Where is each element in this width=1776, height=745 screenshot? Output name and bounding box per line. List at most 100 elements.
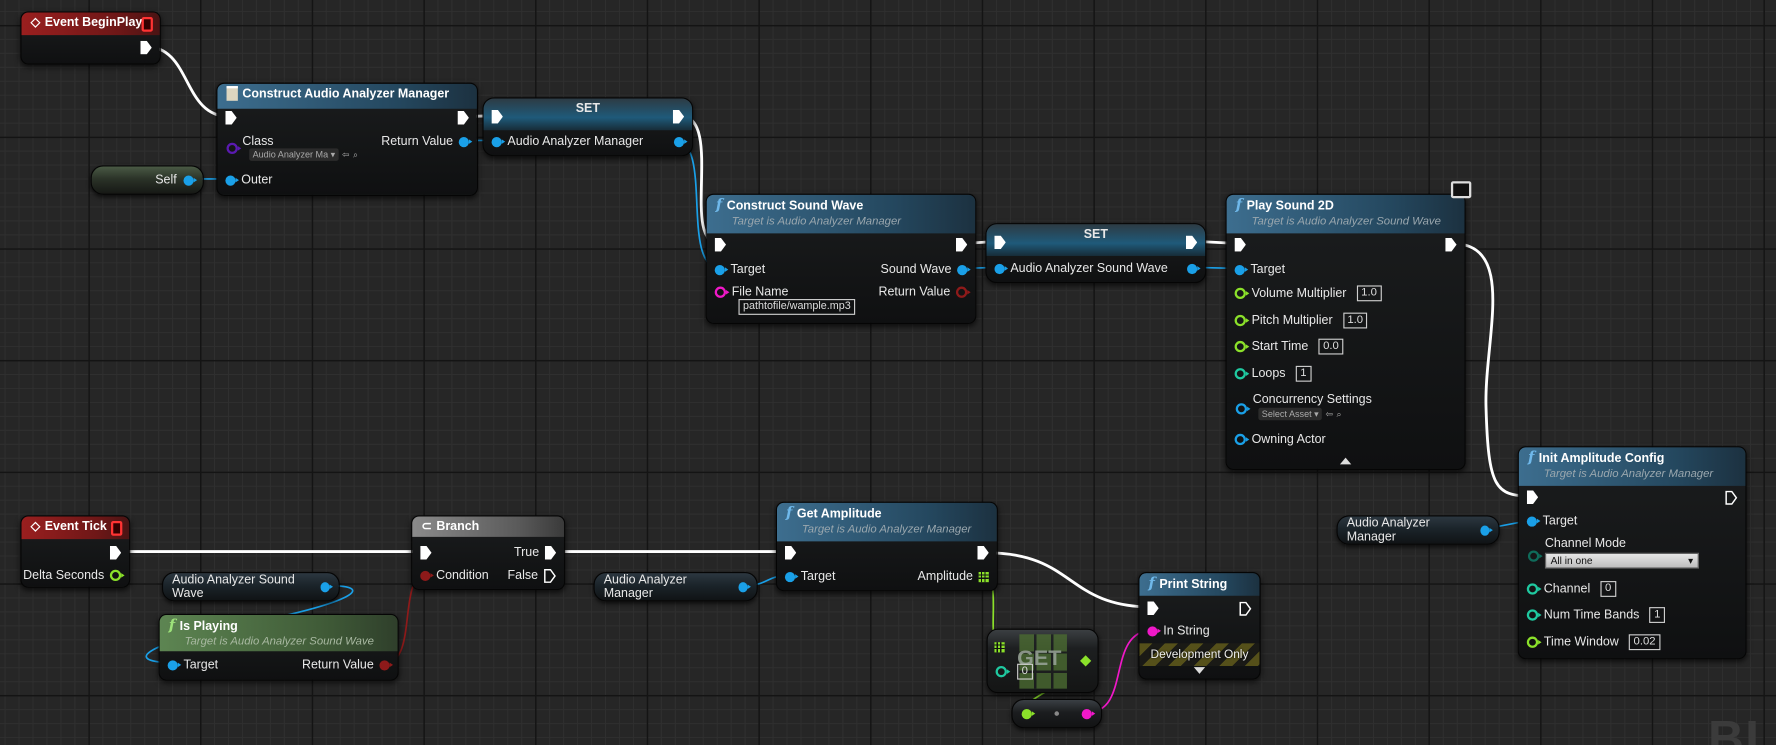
is-playing-node[interactable]: f Is Playing Target is Audio Analyzer Soun… (158, 613, 399, 681)
array-get-node[interactable]: GET 0 (986, 628, 1099, 694)
expand-arrow-icon[interactable] (1193, 667, 1206, 674)
play-sound-2d-node[interactable]: f Play Sound 2D Target is Audio Analyzer S… (1225, 181, 1472, 471)
set-audio-analyzer-sound-wave-node[interactable]: SET Audio Analyzer Sound Wave (985, 223, 1207, 284)
audio-analyzer-manager-getter[interactable]: Audio Analyzer Manager (1336, 515, 1500, 545)
false-exec-pin[interactable] (544, 568, 556, 583)
channel-input[interactable]: 0 (1600, 581, 1616, 597)
delegate-pin-icon[interactable] (110, 521, 123, 536)
exec-out-pin[interactable] (977, 545, 989, 560)
getter-out-pin[interactable] (737, 581, 752, 592)
index-input[interactable]: 0 (1017, 663, 1033, 680)
exec-out-pin[interactable] (1445, 237, 1457, 252)
class-pin[interactable] (226, 142, 242, 155)
num-time-bands-pin[interactable] (1526, 609, 1542, 621)
outer-pin[interactable] (225, 174, 239, 186)
self-out-pin[interactable] (183, 174, 198, 186)
target-pin[interactable] (714, 264, 729, 275)
channel-mode-pin[interactable] (1527, 550, 1543, 562)
exec-in-pin[interactable] (994, 235, 1006, 250)
var-in-pin[interactable] (994, 263, 1009, 274)
delta-seconds-pin[interactable] (109, 569, 125, 582)
loops-pin[interactable] (1234, 368, 1250, 380)
print-string-node[interactable]: f Print String In String Development Only (1138, 571, 1261, 680)
audio-analyzer-manager-getter[interactable]: Audio Analyzer Manager (593, 571, 758, 602)
var-out-pin[interactable] (673, 136, 688, 147)
var-in-pin[interactable] (491, 136, 506, 147)
branch-node[interactable]: ⊂ Branch True Condition False (411, 515, 566, 591)
event-begin-play-node[interactable]: ◇ Event BeginPlay (20, 11, 161, 65)
exec-in-pin[interactable] (225, 110, 237, 125)
exec-in-pin[interactable] (1234, 237, 1246, 252)
float-to-string-conversion-node[interactable] (1011, 698, 1103, 729)
exec-in-pin[interactable] (784, 545, 797, 560)
true-exec-pin[interactable] (544, 545, 557, 560)
num-time-bands-input[interactable]: 1 (1649, 607, 1665, 623)
target-pin[interactable] (1234, 264, 1249, 275)
loops-input[interactable]: 1 (1295, 365, 1312, 382)
exec-out-pin[interactable] (140, 40, 152, 55)
pitch-input[interactable]: 1.0 (1342, 312, 1368, 329)
channel-mode-dropdown[interactable]: All in one ▾ (1544, 552, 1699, 569)
index-pin[interactable] (995, 665, 1011, 678)
getter-out-pin[interactable] (1479, 524, 1494, 536)
start-time-input[interactable]: 0.0 (1318, 338, 1344, 355)
file-name-pin[interactable] (714, 286, 730, 298)
browse-search-icon[interactable]: ⌕ (353, 149, 358, 160)
blueprint-graph-canvas[interactable]: ◇ Event BeginPlay Construct Audio Analyze… (0, 0, 1776, 745)
volume-pin[interactable] (1234, 287, 1250, 300)
self-node[interactable]: Self (90, 165, 204, 195)
array-pin-icon[interactable] (978, 571, 989, 582)
construct-sound-wave-node[interactable]: f Construct Sound Wave Target is Audio Ana… (705, 193, 977, 324)
exec-out-pin[interactable] (1725, 490, 1738, 505)
target-pin[interactable] (784, 571, 799, 582)
owning-actor-pin[interactable] (1234, 433, 1250, 446)
array-in-pin[interactable] (994, 642, 1005, 653)
init-amplitude-config-node[interactable]: f Init Amplitude Config Target is Audio An… (1517, 446, 1747, 660)
time-window-input[interactable]: 0.02 (1628, 634, 1661, 651)
use-selected-arrow-icon[interactable]: ⇦ (342, 150, 350, 160)
getter-out-pin[interactable] (320, 581, 334, 592)
delegate-pin-icon[interactable] (141, 16, 153, 32)
volume-input[interactable]: 1.0 (1356, 285, 1382, 302)
use-selected-arrow-icon[interactable]: ⇦ (1326, 409, 1334, 419)
output-pin[interactable] (1080, 655, 1092, 667)
exec-in-pin[interactable] (491, 109, 503, 124)
audio-analyzer-sound-wave-getter[interactable]: Audio Analyzer Sound Wave (161, 571, 340, 602)
exec-in-pin[interactable] (420, 545, 432, 560)
exec-out-pin[interactable] (955, 237, 968, 252)
exec-out-pin[interactable] (457, 110, 469, 125)
target-pin[interactable] (167, 659, 182, 670)
in-string-pin[interactable] (1147, 625, 1161, 636)
return-value-pin[interactable] (458, 136, 473, 147)
exec-in-pin[interactable] (714, 237, 727, 252)
event-tick-node[interactable]: ◇ Event Tick Delta Seconds (20, 515, 131, 588)
get-amplitude-node[interactable]: f Get Amplitude Target is Audio Analyzer M… (775, 501, 998, 592)
condition-pin[interactable] (420, 570, 434, 581)
var-out-pin[interactable] (1187, 263, 1201, 274)
pitch-pin[interactable] (1234, 314, 1250, 327)
exec-out-pin[interactable] (1239, 601, 1252, 616)
exec-in-pin[interactable] (1147, 601, 1159, 616)
return-value-pin[interactable] (955, 286, 971, 298)
sound-wave-pin[interactable] (957, 264, 971, 275)
time-window-pin[interactable] (1526, 636, 1542, 648)
channel-pin[interactable] (1526, 583, 1542, 595)
browse-search-icon[interactable]: ⌕ (1337, 408, 1342, 419)
concurrency-pin[interactable] (1235, 403, 1251, 415)
collapse-arrow-icon[interactable] (1339, 457, 1352, 465)
concurrency-dropdown[interactable]: Select Asset ▾ (1258, 407, 1323, 421)
class-dropdown[interactable]: Audio Analyzer Ma ▾ (249, 148, 339, 161)
exec-out-pin[interactable] (672, 109, 685, 124)
start-time-pin[interactable] (1234, 340, 1250, 353)
construct-audio-analyzer-manager-node[interactable]: Construct Audio Analyzer Manager Class Re… (216, 82, 478, 196)
exec-out-pin[interactable] (109, 545, 122, 560)
exec-in-pin[interactable] (1526, 490, 1539, 505)
exec-out-pin[interactable] (1185, 235, 1198, 250)
set-audio-analyzer-manager-node[interactable]: SET Audio Analyzer Manager (482, 97, 694, 157)
string-out-pin[interactable] (1081, 708, 1096, 719)
node-header: Construct Audio Analyzer Manager (217, 83, 477, 109)
return-value-pin[interactable] (379, 659, 394, 670)
target-pin[interactable] (1526, 515, 1541, 527)
file-name-input[interactable]: pathtofile/wample.mp3 (738, 299, 856, 315)
float-in-pin[interactable] (1021, 708, 1036, 719)
